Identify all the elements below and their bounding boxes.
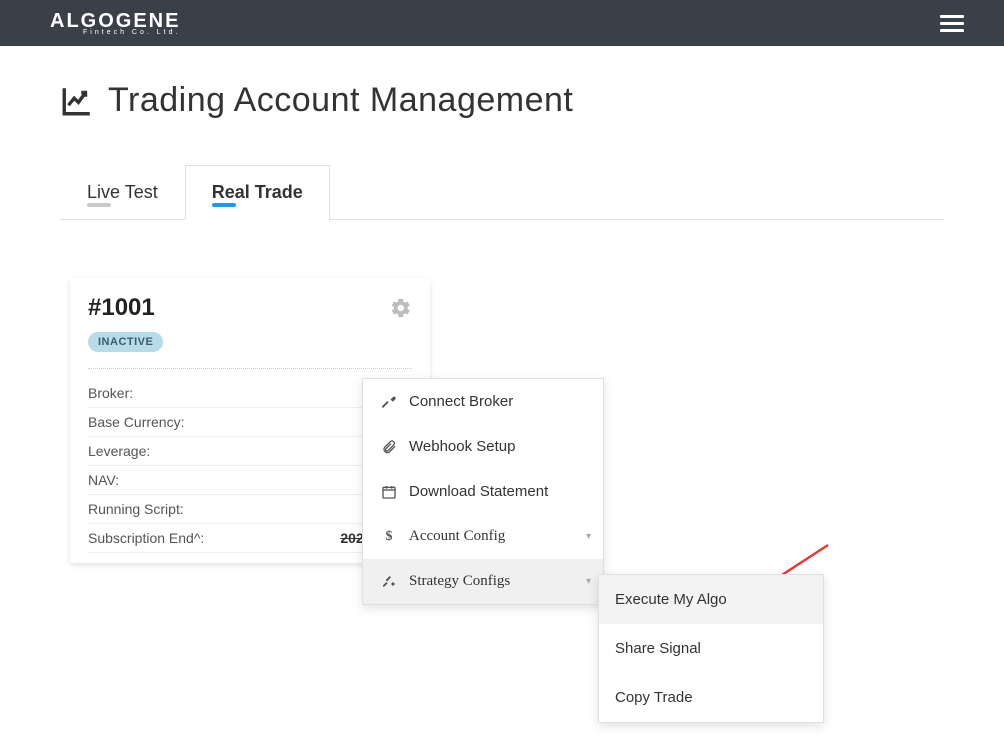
row-label: Base Currency: xyxy=(88,414,184,430)
page-title: Trading Account Management xyxy=(60,81,944,120)
divider xyxy=(88,368,412,369)
tools-icon xyxy=(381,574,397,590)
menu-label: Webhook Setup xyxy=(409,438,515,455)
submenu-share-signal[interactable]: Share Signal xyxy=(599,624,823,673)
tab-real-trade[interactable]: Real Trade xyxy=(185,165,330,220)
menu-strategy-configs[interactable]: Strategy Configs ▾ xyxy=(363,559,603,604)
menu-label: Account Config xyxy=(409,528,505,545)
row-label: Leverage: xyxy=(88,443,150,459)
chart-line-icon xyxy=(60,84,94,118)
menu-account-config[interactable]: $ Account Config ▾ xyxy=(363,514,603,559)
menu-label: Download Statement xyxy=(409,483,548,500)
menu-label: Strategy Configs xyxy=(409,573,510,590)
row-label: NAV: xyxy=(88,472,119,488)
caret-down-icon: ▾ xyxy=(586,576,591,587)
logo: ALGOGENE Fintech Co. Ltd. xyxy=(50,11,180,36)
top-bar: ALGOGENE Fintech Co. Ltd. xyxy=(0,0,1004,46)
page-title-text: Trading Account Management xyxy=(108,81,573,120)
menu-webhook-setup[interactable]: Webhook Setup xyxy=(363,424,603,469)
tabs: Live Test Real Trade xyxy=(60,165,944,220)
menu-label: Connect Broker xyxy=(409,393,513,410)
gear-icon[interactable] xyxy=(390,297,412,319)
tab-label: Live Test xyxy=(87,182,158,202)
submenu-label: Share Signal xyxy=(615,640,701,657)
submenu-copy-trade[interactable]: Copy Trade xyxy=(599,673,823,722)
caret-down-icon: ▾ xyxy=(586,531,591,542)
menu-download-statement[interactable]: Download Statement xyxy=(363,469,603,514)
row-label: Running Script: xyxy=(88,501,184,517)
tab-live-test[interactable]: Live Test xyxy=(60,165,185,219)
submenu-label: Copy Trade xyxy=(615,689,693,706)
status-badge: INACTIVE xyxy=(88,332,163,352)
row-label: Broker: xyxy=(88,385,133,401)
menu-connect-broker[interactable]: Connect Broker xyxy=(363,379,603,424)
calendar-icon xyxy=(381,484,397,500)
row-label: Subscription End^: xyxy=(88,530,204,546)
logo-text: ALGOGENE xyxy=(50,11,180,31)
tab-label: Real Trade xyxy=(212,182,303,202)
hamburger-menu-icon[interactable] xyxy=(940,15,964,32)
dollar-icon: $ xyxy=(381,529,397,545)
account-id: #1001 xyxy=(88,294,155,322)
card-header: #1001 xyxy=(88,294,412,322)
settings-dropdown: Connect Broker Webhook Setup Download St… xyxy=(362,378,604,605)
paperclip-icon xyxy=(381,439,397,455)
submenu-execute-my-algo[interactable]: Execute My Algo xyxy=(599,575,823,624)
strategy-submenu: Execute My Algo Share Signal Copy Trade xyxy=(598,574,824,723)
wrench-icon xyxy=(381,394,397,410)
submenu-label: Execute My Algo xyxy=(615,591,727,608)
